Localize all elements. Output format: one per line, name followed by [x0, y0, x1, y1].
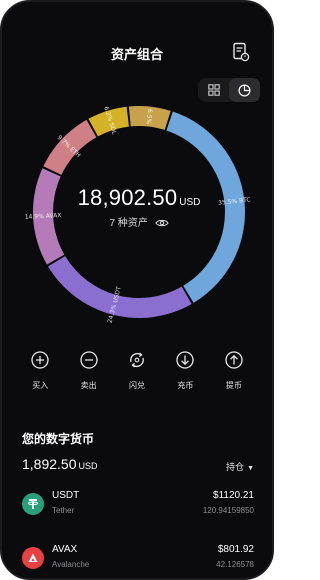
minus-circle-icon — [79, 351, 98, 369]
holdings-total-value: 1,892.50 — [22, 456, 77, 472]
coin-row-avax[interactable]: AVAX Avalanche $801.92 42.126578 — [22, 542, 254, 578]
tether-icon — [22, 493, 44, 515]
holdings-total-currency: USD — [78, 461, 98, 471]
coin-symbol: AVAX — [52, 544, 78, 555]
swap-icon — [130, 352, 144, 368]
report-icon[interactable] — [232, 42, 250, 62]
eye-icon[interactable] — [154, 218, 169, 228]
portfolio-total: 18,902.50 USD — [2, 185, 272, 211]
asset-count: 7 种资产 — [2, 214, 272, 229]
buy-label: 买入 — [32, 381, 49, 390]
buy-button[interactable]: 买入 — [16, 350, 64, 391]
coin-name: Avalanche — [52, 560, 90, 569]
holdings-title: 您的数字货币 — [22, 432, 95, 446]
asset-count-label: 7 种资产 — [109, 218, 148, 229]
holdings-total: 1,892.50 USD — [22, 456, 98, 474]
sell-label: 卖出 — [80, 381, 97, 390]
avalanche-icon — [22, 547, 44, 569]
coin-value: $801.92 — [217, 544, 254, 555]
coin-value: $1120.21 — [213, 490, 254, 501]
deposit-icon — [176, 351, 195, 369]
plus-circle-icon — [31, 351, 49, 369]
coin-symbol: USDT — [52, 490, 80, 501]
deposit-label: 充币 — [177, 381, 194, 390]
caret-down-icon: ▼ — [247, 465, 254, 472]
coin-amount: 42.126578 — [216, 560, 254, 569]
allocation-donut-chart: 35.5% BTC24.3% USDT14.9% AVAX9.7% ETH6.2… — [25, 106, 251, 324]
sell-button[interactable]: 卖出 — [64, 350, 112, 391]
swap-button[interactable]: 闪兑 — [113, 350, 161, 391]
action-bar: 买入 卖出 闪兑 充币 提币 — [16, 350, 258, 391]
withdraw-label: 提币 — [225, 381, 242, 390]
coin-row-usdt[interactable]: USDT Tether $1120.21 120.94159850 — [22, 488, 254, 524]
total-amount: 18,902.50 — [77, 185, 178, 210]
withdraw-icon — [225, 351, 243, 369]
swap-label: 闪兑 — [129, 381, 146, 390]
withdraw-button[interactable]: 提币 — [210, 350, 258, 391]
coin-name: Tether — [52, 506, 75, 515]
coin-amount: 120.94159850 — [202, 506, 254, 515]
sort-label: 持仓 — [226, 462, 245, 472]
sort-dropdown[interactable]: 持仓 ▼ — [226, 460, 254, 473]
phone-screen: 资产组合 35.5% BTC 24.3% USDT 14.9% AVAX 9.7% E — [0, 0, 274, 580]
total-currency: USD — [179, 197, 201, 208]
deposit-button[interactable]: 充币 — [161, 350, 209, 391]
header: 资产组合 — [2, 42, 272, 66]
